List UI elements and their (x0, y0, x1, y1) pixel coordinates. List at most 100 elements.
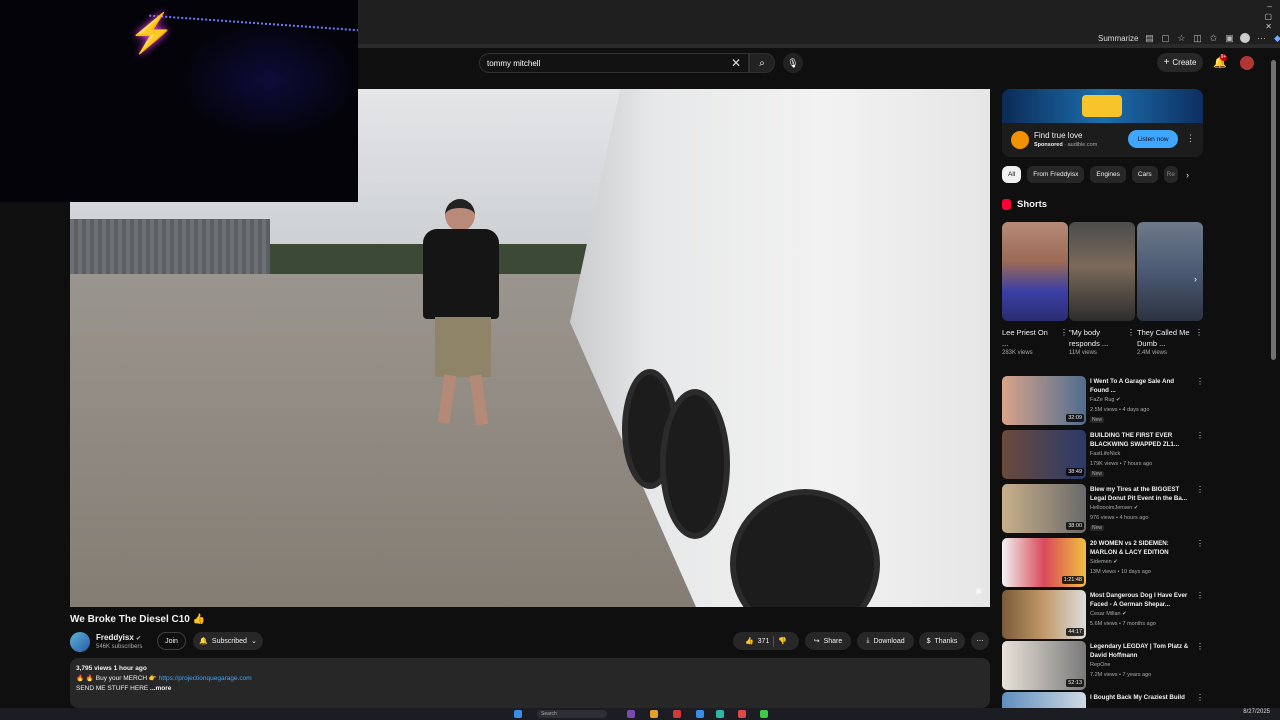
taskbar-app-icon[interactable] (627, 710, 635, 718)
taskbar-app-icon[interactable] (716, 710, 724, 718)
video-title[interactable]: I Bought Back My Craziest Build (1090, 693, 1190, 702)
share-button[interactable]: ↪ Share (805, 632, 851, 650)
channel-watermark-icon[interactable]: ▣ (975, 587, 982, 595)
short-card[interactable]: "My body responds ... 11M views ⋮ (1069, 222, 1135, 356)
ad-title[interactable]: Find true love (1034, 131, 1082, 140)
short-title[interactable]: "My body responds ... (1069, 327, 1123, 349)
short-thumbnail[interactable] (1002, 222, 1068, 321)
short-title[interactable]: Lee Priest On ... (1002, 327, 1056, 349)
voice-search-button[interactable]: 🎙 (783, 53, 803, 73)
video-menu-icon[interactable]: ⋮ (1196, 377, 1204, 386)
short-card[interactable]: They Called Me Dumb ... 2.4M views ⋮ (1137, 222, 1203, 356)
merch-link[interactable]: https://projectionquegarage.com (159, 675, 252, 682)
video-menu-icon[interactable]: ⋮ (1196, 431, 1204, 440)
taskbar-app-icon[interactable] (673, 710, 681, 718)
browser-profile-avatar[interactable] (1240, 33, 1251, 43)
close-icon[interactable]: ✕ (1265, 23, 1272, 31)
chip-cars[interactable]: Cars (1131, 166, 1158, 183)
video-title[interactable]: BUILDING THE FIRST EVER BLACKWING SWAPPE… (1090, 431, 1190, 449)
search-button[interactable]: ⌕ (749, 53, 775, 73)
video-title[interactable]: I Went To A Garage Sale And Found ... (1090, 377, 1190, 395)
video-title[interactable]: Blew my Tires at the BIGGEST Legal Donut… (1090, 485, 1190, 503)
chip-engines[interactable]: Engines (1090, 166, 1126, 183)
video-menu-icon[interactable]: ⋮ (1196, 485, 1204, 494)
taskbar-search[interactable]: Search (537, 710, 607, 718)
recommended-video[interactable]: 38:49 BUILDING THE FIRST EVER BLACKWING … (1002, 430, 1204, 480)
minimize-icon[interactable]: – (1268, 3, 1272, 11)
reader-icon[interactable]: ▤ (1144, 33, 1154, 43)
maximize-icon[interactable]: ▢ (1264, 13, 1272, 21)
recommended-video[interactable]: 38:00 Blew my Tires at the BIGGEST Legal… (1002, 484, 1204, 534)
video-thumbnail[interactable] (1002, 692, 1086, 708)
video-menu-icon[interactable]: ⋮ (1196, 539, 1204, 548)
channel-name[interactable]: RepOne (1090, 662, 1111, 668)
thumbs-down-icon[interactable]: 👎 (778, 637, 787, 645)
video-title[interactable]: 20 WOMEN vs 2 SIDEMEN: MARLON & LACY EDI… (1090, 539, 1190, 557)
short-menu-icon[interactable]: ⋮ (1195, 328, 1203, 337)
recommended-video[interactable]: I Bought Back My Craziest Build ⋮ (1002, 692, 1202, 708)
chip-related[interactable]: Re (1163, 166, 1178, 183)
copilot-icon[interactable]: ◆ (1272, 33, 1280, 43)
video-thumbnail[interactable]: 44:17 (1002, 590, 1086, 639)
video-thumbnail[interactable]: 52:13 (1002, 641, 1086, 690)
channel-name-text[interactable]: HelloooimJensen (1090, 505, 1132, 511)
clear-search-icon[interactable]: ✕ (731, 57, 741, 69)
video-thumbnail[interactable]: 32:09 (1002, 376, 1086, 425)
video-menu-icon[interactable]: ⋮ (1196, 642, 1204, 651)
window-controls[interactable]: – ▢ ✕ (1264, 3, 1272, 31)
favorites-icon[interactable]: ✩ (1208, 33, 1218, 43)
recommended-video[interactable]: 52:13 Legendary LEGDAY | Tom Platz & Dav… (1002, 641, 1204, 691)
shorts-next-arrow-icon[interactable]: › (1194, 274, 1206, 288)
recommended-video[interactable]: 44:17 Most Dangerous Dog I Have Ever Fac… (1002, 590, 1204, 640)
thanks-button[interactable]: $ Thanks (919, 632, 965, 650)
channel-name[interactable]: FaZe Rug ✔ (1090, 397, 1121, 403)
chip-from-channel[interactable]: From Freddyisx (1027, 166, 1085, 183)
channel-name-text[interactable]: FaZe Rug (1090, 397, 1114, 403)
chevron-right-icon[interactable]: › (1186, 170, 1189, 180)
subscribed-button[interactable]: 🔔 Subscribed ⌄ (193, 632, 263, 650)
channel-name[interactable]: Sidemen ✔ (1090, 559, 1118, 565)
split-screen-icon[interactable]: ◫ (1192, 33, 1202, 43)
short-thumbnail[interactable] (1137, 222, 1203, 321)
video-menu-icon[interactable]: ⋮ (1196, 591, 1204, 600)
video-thumbnail[interactable]: 1:21:48 (1002, 538, 1086, 587)
collections-icon[interactable]: ▣ (1224, 33, 1234, 43)
short-thumbnail[interactable] (1069, 222, 1135, 321)
channel-name-text[interactable]: Cesar Millan (1090, 611, 1121, 617)
more-options-icon[interactable]: ⋯ (1256, 33, 1266, 43)
show-more-link[interactable]: ...more (150, 685, 171, 692)
summarize-button[interactable]: Summarize (1098, 34, 1138, 43)
channel-name[interactable]: Freddyisx ✔ (96, 633, 141, 642)
taskbar-app-icon[interactable] (760, 710, 768, 718)
short-title[interactable]: They Called Me Dumb ... (1137, 327, 1191, 349)
channel-avatar[interactable] (70, 632, 90, 652)
channel-name[interactable]: HelloooimJensen ✔ (1090, 505, 1138, 511)
ad-banner-image[interactable] (1002, 89, 1203, 123)
listen-now-button[interactable]: Listen now (1128, 130, 1178, 148)
download-button[interactable]: ⤓ Download (857, 632, 914, 650)
recommended-video[interactable]: 1:21:48 20 WOMEN vs 2 SIDEMEN: MARLON & … (1002, 538, 1204, 588)
taskbar-app-icon[interactable] (650, 710, 658, 718)
channel-name[interactable]: FastLifeNick (1090, 451, 1120, 457)
sponsored-ad[interactable]: Find true love Sponsored · audible.com L… (1002, 89, 1203, 157)
favorite-star-icon[interactable]: ☆ (1176, 33, 1186, 43)
thumbs-up-icon[interactable]: 👍 (745, 637, 754, 645)
taskbar-app-icon[interactable] (738, 710, 746, 718)
like-dislike-control[interactable]: 👍 371 👎 (733, 632, 799, 650)
short-menu-icon[interactable]: ⋮ (1127, 328, 1135, 337)
video-thumbnail[interactable]: 38:49 (1002, 430, 1086, 479)
video-title[interactable]: Most Dangerous Dog I Have Ever Faced - A… (1090, 591, 1190, 609)
video-menu-icon[interactable]: ⋮ (1196, 693, 1202, 702)
join-button[interactable]: Join (157, 632, 186, 650)
create-button[interactable]: + Create (1157, 53, 1203, 72)
windows-start-icon[interactable] (514, 710, 522, 718)
chip-all[interactable]: All (1002, 166, 1022, 183)
account-avatar[interactable] (1240, 56, 1254, 70)
short-card[interactable]: Lee Priest On ... 283K views ⋮ (1002, 222, 1068, 356)
page-scrollbar[interactable] (1271, 60, 1276, 360)
channel-name-text[interactable]: Freddyisx (96, 633, 134, 642)
app-icon[interactable]: ▢ (1160, 33, 1170, 43)
channel-name[interactable]: Cesar Millan ✔ (1090, 611, 1127, 617)
more-actions-button[interactable]: ⋯ (971, 632, 989, 650)
channel-name-text[interactable]: Sidemen (1090, 559, 1112, 565)
